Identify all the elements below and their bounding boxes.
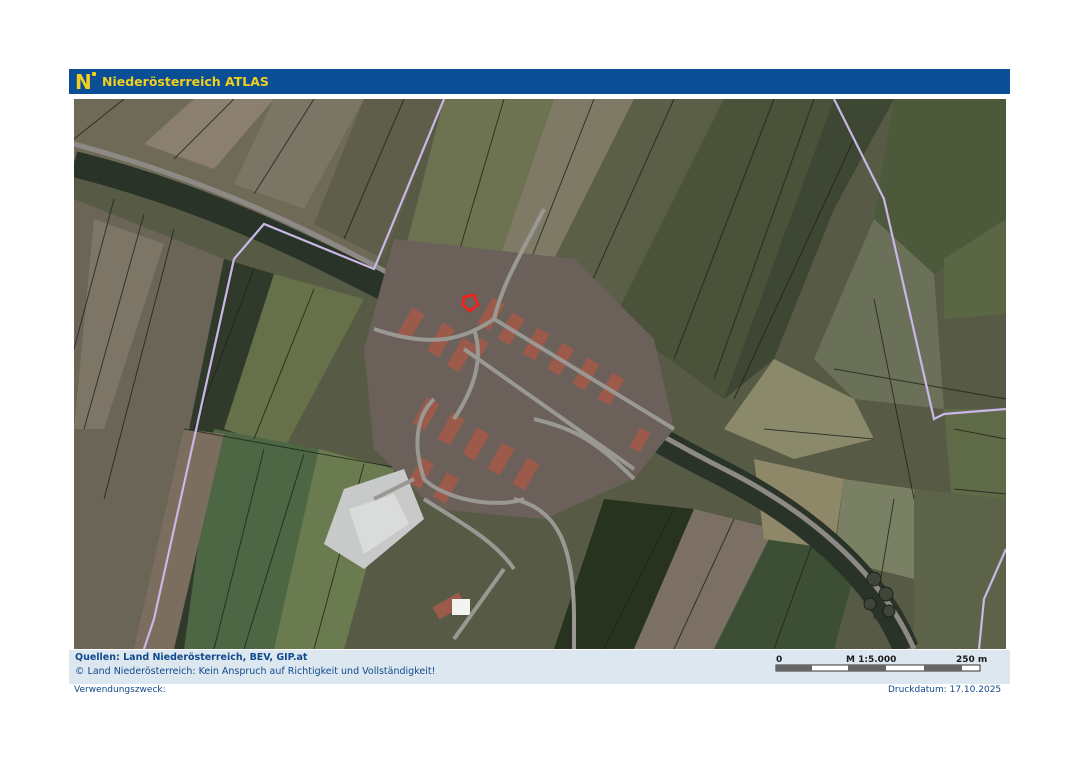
atlas-title: Niederösterreich ATLAS	[102, 74, 269, 89]
noe-logo-icon: N	[75, 69, 96, 94]
scale-start: 0	[776, 655, 782, 665]
usage-label: Verwendungszweck:	[74, 685, 166, 695]
sources-text: Quellen: Land Niederösterreich, BEV, GIP…	[75, 652, 308, 663]
map-view[interactable]	[74, 99, 1006, 649]
small-building	[452, 599, 470, 615]
atlas-frame: N Niederösterreich ATLAS Quellen: Land N…	[69, 69, 1010, 684]
logo-dot	[92, 71, 96, 76]
print-date: Druckdatum: 17.10.2025	[888, 685, 1002, 695]
scale-bar: 0 M 1:5.000 250 m	[775, 655, 987, 672]
logo-letter: N	[75, 69, 92, 94]
field	[914, 489, 1006, 649]
scale-segment	[848, 665, 886, 671]
aerial-map[interactable]	[74, 99, 1006, 649]
atlas-header: N Niederösterreich ATLAS	[69, 69, 1010, 94]
scale-segment	[776, 665, 812, 671]
scale-end: 250 m	[956, 655, 987, 665]
map-footer: Quellen: Land Niederösterreich, BEV, GIP…	[69, 650, 1010, 684]
scale-ratio: M 1:5.000	[846, 655, 896, 665]
scale-segment	[924, 665, 962, 671]
copyright-text: © Land Niederösterreich: Kein Anspruch a…	[75, 666, 436, 677]
